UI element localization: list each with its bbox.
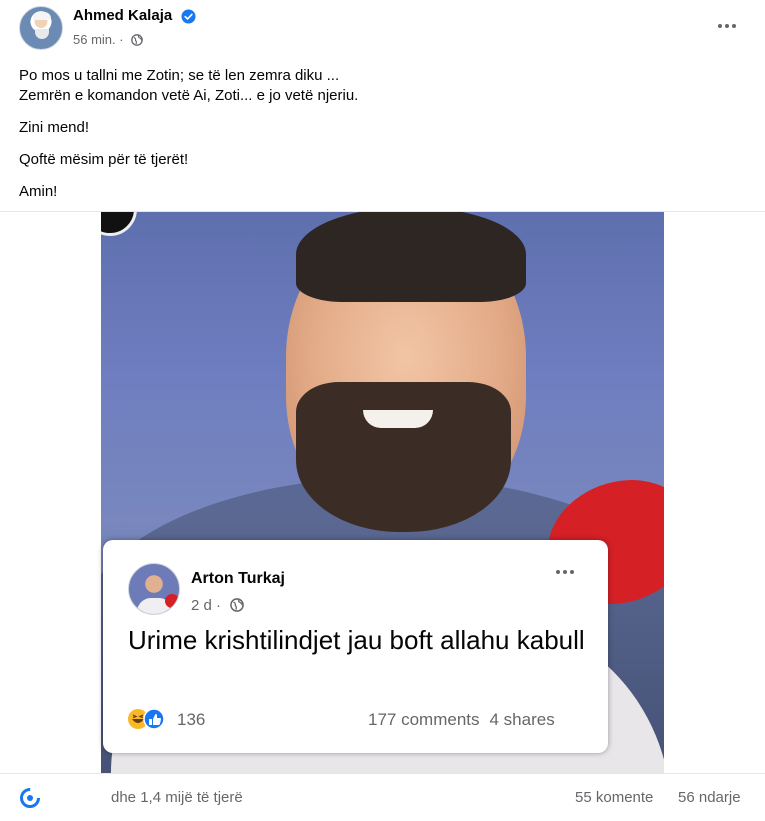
- post-text-line: Qoftë mësim për të tjerët!: [19, 151, 189, 168]
- embedded-post-text: Urime krishtilindjet jau boft allahu kab…: [128, 625, 585, 655]
- embedded-author-avatar: [128, 563, 180, 615]
- channel-logo: [101, 212, 137, 236]
- embedded-reaction-count: 136: [177, 710, 206, 729]
- embedded-post-card: Arton Turkaj 2 d · Urime krishtilindjet …: [103, 540, 608, 753]
- post-text-line: Zini mend!: [19, 119, 90, 136]
- embedded-shares-count: 4 shares: [489, 710, 555, 729]
- post-text-line: Amin!: [19, 183, 58, 200]
- author-name[interactable]: Ahmed Kalaja: [73, 7, 172, 24]
- post-footer: dhe 1,4 mijë të tjerë 55 komente 56 ndar…: [0, 774, 765, 821]
- post-text-line: Zemrën e komandon vetë Ai, Zoti... e jo …: [19, 87, 359, 104]
- more-options-icon: [556, 570, 574, 574]
- like-reaction-icon[interactable]: [20, 788, 40, 808]
- embedded-comments-count: 177 comments: [368, 710, 480, 729]
- author-avatar[interactable]: [19, 6, 63, 50]
- post-timestamp[interactable]: 56 min. ·: [73, 32, 124, 47]
- embedded-author-name: Arton Turkaj: [191, 570, 285, 587]
- post-text-line: Po mos u tallni me Zotin; se të len zemr…: [19, 67, 340, 84]
- post-body: Po mos u tallni me Zotin; se të len zemr…: [19, 66, 739, 214]
- shares-count[interactable]: 56 ndarje: [678, 789, 741, 806]
- reactions-summary[interactable]: dhe 1,4 mijë të tjerë: [111, 789, 243, 806]
- globe-icon: [131, 34, 143, 46]
- embedded-stats: 177 comments 4 shares: [368, 710, 555, 730]
- comments-count[interactable]: 55 komente: [575, 789, 653, 806]
- more-options-icon[interactable]: [712, 14, 742, 38]
- post-header: Ahmed Kalaja 56 min. ·: [0, 0, 765, 58]
- reactions-icon: [128, 708, 165, 730]
- embedded-timestamp: 2 d ·: [191, 597, 222, 614]
- globe-icon: [230, 598, 244, 612]
- verified-badge-icon: [181, 9, 196, 24]
